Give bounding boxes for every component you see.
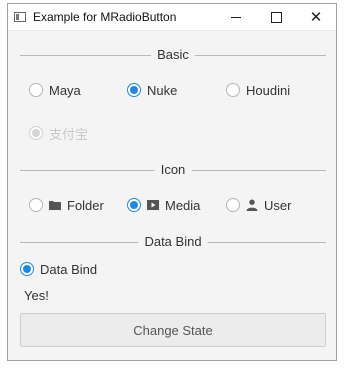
minimize-button[interactable] [216, 4, 256, 30]
maximize-icon [270, 11, 282, 23]
section-divider-databind: Data Bind [20, 234, 326, 250]
radio-label: Data Bind [40, 261, 98, 277]
close-button[interactable]: ✕ [296, 4, 336, 30]
radio-media[interactable]: Media [127, 196, 200, 214]
radio-maya[interactable]: Maya [29, 81, 81, 99]
status-text: Yes! [24, 288, 49, 303]
radio-circle [226, 198, 240, 212]
radio-label: User [264, 197, 292, 213]
section-label-databind: Data Bind [138, 234, 208, 249]
radio-label: Media [165, 197, 201, 213]
radio-circle [29, 83, 43, 97]
maximize-button[interactable] [256, 4, 296, 30]
radio-circle-checked [127, 198, 141, 212]
radio-label: Maya [49, 82, 81, 98]
title-bar[interactable]: Example for MRadioButton ✕ [8, 4, 336, 31]
folder-icon [49, 201, 61, 210]
minimize-icon [231, 16, 241, 18]
section-label-icon: Icon [154, 162, 192, 177]
radio-houdini[interactable]: Houdini [226, 81, 290, 99]
radio-user[interactable]: User [226, 196, 291, 214]
radio-label: 支付宝 [49, 126, 89, 142]
radio-label: Nuke [147, 82, 178, 98]
app-window: Example for MRadioButton ✕ Basic Maya Nu… [7, 3, 337, 361]
change-state-button[interactable]: Change State [20, 313, 326, 347]
user-icon [246, 199, 258, 211]
radio-circle [226, 83, 240, 97]
section-divider-icon: Icon [20, 162, 326, 178]
radio-nuke[interactable]: Nuke [127, 81, 177, 99]
app-icon [14, 12, 26, 22]
radio-circle-checked [127, 83, 141, 97]
radio-folder[interactable]: Folder [29, 196, 104, 214]
radio-label: Folder [67, 197, 104, 213]
radio-disabled: 支付宝 [29, 124, 88, 142]
radio-label: Houdini [246, 82, 291, 98]
radio-circle-checked [20, 262, 34, 276]
radio-circle [29, 198, 43, 212]
radio-data-bind[interactable]: Data Bind [20, 260, 97, 278]
window-title: Example for MRadioButton [33, 10, 177, 24]
close-icon: ✕ [309, 8, 323, 26]
radio-circle-disabled [29, 126, 43, 140]
section-divider-basic: Basic [20, 47, 326, 63]
media-play-icon [147, 200, 159, 210]
section-label-basic: Basic [151, 47, 195, 62]
